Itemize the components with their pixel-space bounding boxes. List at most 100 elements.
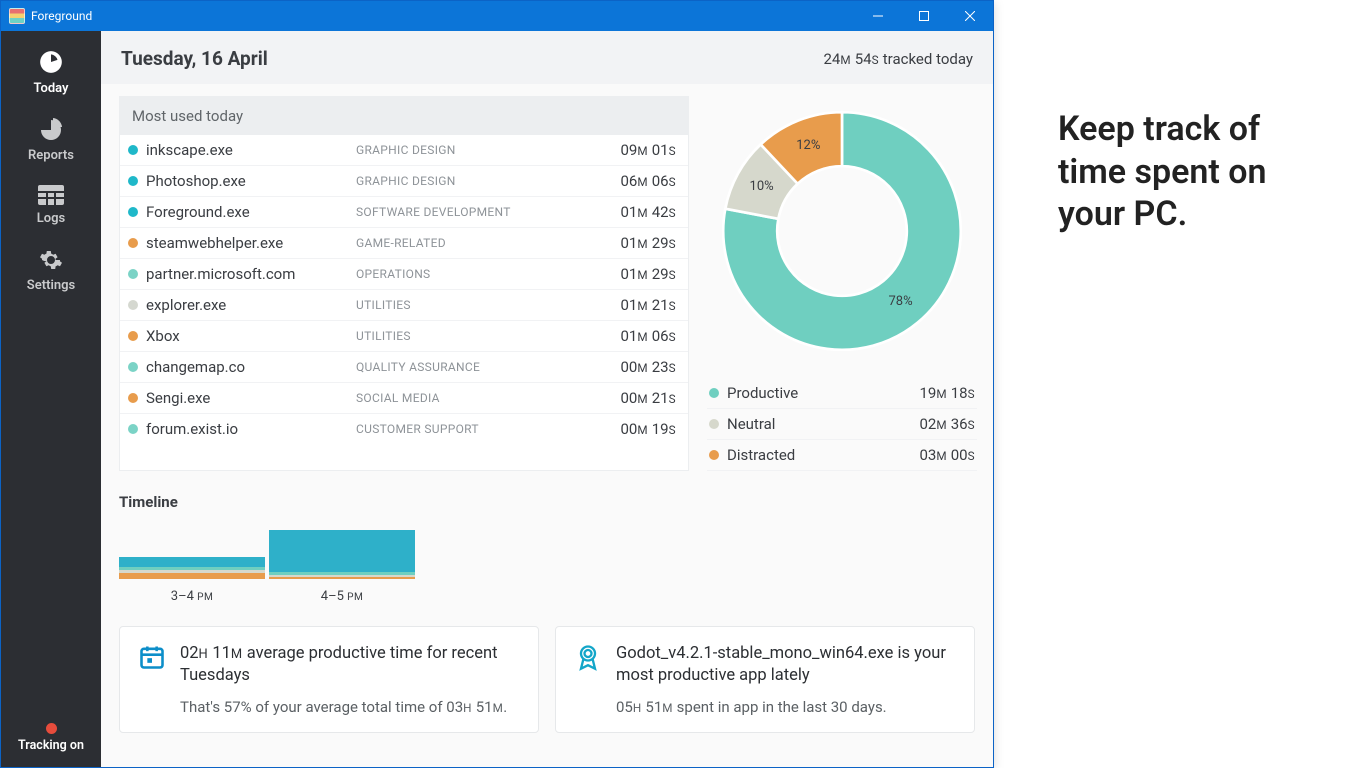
card-body: 05H 51M spent in app in the last 30 days… xyxy=(616,698,956,716)
app-row[interactable]: Photoshop.exeGRAPHIC DESIGN06M 06S xyxy=(120,166,688,197)
category-dot-icon xyxy=(128,424,138,434)
sidebar-item-label: Logs xyxy=(37,211,65,226)
award-icon xyxy=(574,643,602,716)
category-dot-icon xyxy=(128,331,138,341)
legend-row[interactable]: Productive19M 18S xyxy=(707,378,977,409)
sidebar-item-today[interactable]: Today xyxy=(1,39,101,108)
timeline-segment xyxy=(269,577,415,579)
sidebar: Today Reports Logs Settings Tracking on xyxy=(1,31,101,767)
category-dot-icon xyxy=(128,362,138,372)
app-row[interactable]: XboxUTILITIES01M 06S xyxy=(120,321,688,352)
category-dot-icon xyxy=(128,393,138,403)
date-header: Tuesday, 16 April 24M 54S tracked today xyxy=(101,31,993,84)
close-button[interactable] xyxy=(947,1,993,31)
app-category: UTILITIES xyxy=(356,298,620,312)
app-name: Photoshop.exe xyxy=(146,172,356,190)
legend-row[interactable]: Distracted 03M 00S xyxy=(707,440,977,471)
legend-time: 03M 00S xyxy=(919,446,975,464)
category-dot-icon xyxy=(128,269,138,279)
promo-text: Keep track of time spent on your PC. xyxy=(994,0,1366,768)
app-category: SOCIAL MEDIA xyxy=(356,391,620,405)
app-time: 01M 29S xyxy=(620,265,676,283)
legend-row[interactable]: Neutral 02M 36S xyxy=(707,409,977,440)
maximize-button[interactable] xyxy=(901,1,947,31)
app-time: 01M 42S xyxy=(620,203,676,221)
app-time: 06M 06S xyxy=(620,172,676,190)
insight-card-top-app: Godot_v4.2.1-stable_mono_win64.exe is yo… xyxy=(555,626,975,733)
app-name: steamwebhelper.exe xyxy=(146,234,356,252)
app-category: CUSTOMER SUPPORT xyxy=(356,422,620,436)
app-name: partner.microsoft.com xyxy=(146,265,356,283)
donut-slice-label: 10% xyxy=(750,179,774,194)
legend-dot-icon xyxy=(709,388,719,398)
legend-dot-icon xyxy=(709,450,719,460)
app-time: 09M 01S xyxy=(620,141,676,159)
sidebar-item-label: Reports xyxy=(28,148,74,163)
app-category: UTILITIES xyxy=(356,329,620,343)
donut-slice-label: 12% xyxy=(796,138,820,153)
sidebar-item-reports[interactable]: Reports xyxy=(1,108,101,175)
app-category: GRAPHIC DESIGN xyxy=(356,174,620,188)
app-name: changemap.co xyxy=(146,358,356,376)
app-time: 00M 23S xyxy=(620,358,676,376)
app-name: forum.exist.io xyxy=(146,420,356,438)
category-dot-icon xyxy=(128,176,138,186)
app-category: GAME-RELATED xyxy=(356,236,620,250)
card-title: Godot_v4.2.1-stable_mono_win64.exe is yo… xyxy=(616,643,956,688)
legend-time: 02M 36S xyxy=(919,415,975,433)
timeline-bar[interactable] xyxy=(119,557,265,579)
app-row[interactable]: forum.exist.ioCUSTOMER SUPPORT00M 19S xyxy=(120,414,688,444)
tracking-status[interactable]: Tracking on xyxy=(1,715,101,767)
app-time: 01M 21S xyxy=(620,296,676,314)
app-row[interactable]: changemap.coQUALITY ASSURANCE00M 23S xyxy=(120,352,688,383)
app-name: inkscape.exe xyxy=(146,141,356,159)
app-row[interactable]: partner.microsoft.comOPERATIONS01M 29S xyxy=(120,259,688,290)
tracked-today: 24M 54S tracked today xyxy=(823,50,973,68)
gear-icon xyxy=(39,248,63,272)
app-row[interactable]: Sengi.exeSOCIAL MEDIA00M 21S xyxy=(120,383,688,414)
category-dot-icon xyxy=(128,207,138,217)
legend-label: Distracted xyxy=(727,446,795,464)
legend-label: Productive xyxy=(727,384,798,402)
category-dot-icon xyxy=(128,238,138,248)
sidebar-item-label: Settings xyxy=(27,278,75,293)
app-time: 00M 21S xyxy=(620,389,676,407)
legend-label: Neutral xyxy=(727,415,775,433)
calendar-icon xyxy=(138,643,166,716)
card-title: 02H 11M average productive time for rece… xyxy=(180,643,520,688)
app-name: explorer.exe xyxy=(146,296,356,314)
timeline-bar[interactable] xyxy=(269,530,415,579)
category-dot-icon xyxy=(128,300,138,310)
timeline-segment xyxy=(269,530,415,572)
timeline-label: 4–5 PM xyxy=(269,589,415,604)
card-body: That's 57% of your average total time of… xyxy=(180,698,520,716)
page-title: Tuesday, 16 April xyxy=(121,47,268,70)
app-category: SOFTWARE DEVELOPMENT xyxy=(356,205,620,219)
app-row[interactable]: explorer.exeUTILITIES01M 21S xyxy=(120,290,688,321)
record-icon xyxy=(46,723,57,734)
app-row[interactable]: Foreground.exeSOFTWARE DEVELOPMENT01M 42… xyxy=(120,197,688,228)
app-row[interactable]: steamwebhelper.exeGAME-RELATED01M 29S xyxy=(120,228,688,259)
app-row[interactable]: inkscape.exeGRAPHIC DESIGN09M 01S xyxy=(120,135,688,166)
insight-card-average: 02H 11M average productive time for rece… xyxy=(119,626,539,733)
app-window: Foreground Today Reports Logs xyxy=(0,0,994,768)
sidebar-item-settings[interactable]: Settings xyxy=(1,238,101,305)
most-used-panel: Most used today inkscape.exeGRAPHIC DESI… xyxy=(119,96,689,471)
table-icon xyxy=(38,185,64,205)
window-title: Foreground xyxy=(31,9,92,23)
app-category: GRAPHIC DESIGN xyxy=(356,143,620,157)
sidebar-item-label: Today xyxy=(33,81,68,96)
promo-headline: Keep track of time spent on your PC. xyxy=(1058,108,1336,236)
titlebar: Foreground xyxy=(1,1,993,31)
content: Tuesday, 16 April 24M 54S tracked today … xyxy=(101,31,993,767)
sidebar-item-logs[interactable]: Logs xyxy=(1,175,101,238)
timeline-segment xyxy=(119,557,265,567)
category-donut: 78% 10% 12% Productive19M 18S Neutral 02M 36… xyxy=(707,96,977,471)
legend-dot-icon xyxy=(709,419,719,429)
category-dot-icon xyxy=(128,145,138,155)
donut-slice-label: 78% xyxy=(889,294,913,309)
app-icon xyxy=(9,8,25,24)
app-name: Foreground.exe xyxy=(146,203,356,221)
minimize-button[interactable] xyxy=(855,1,901,31)
app-time: 01M 06S xyxy=(620,327,676,345)
